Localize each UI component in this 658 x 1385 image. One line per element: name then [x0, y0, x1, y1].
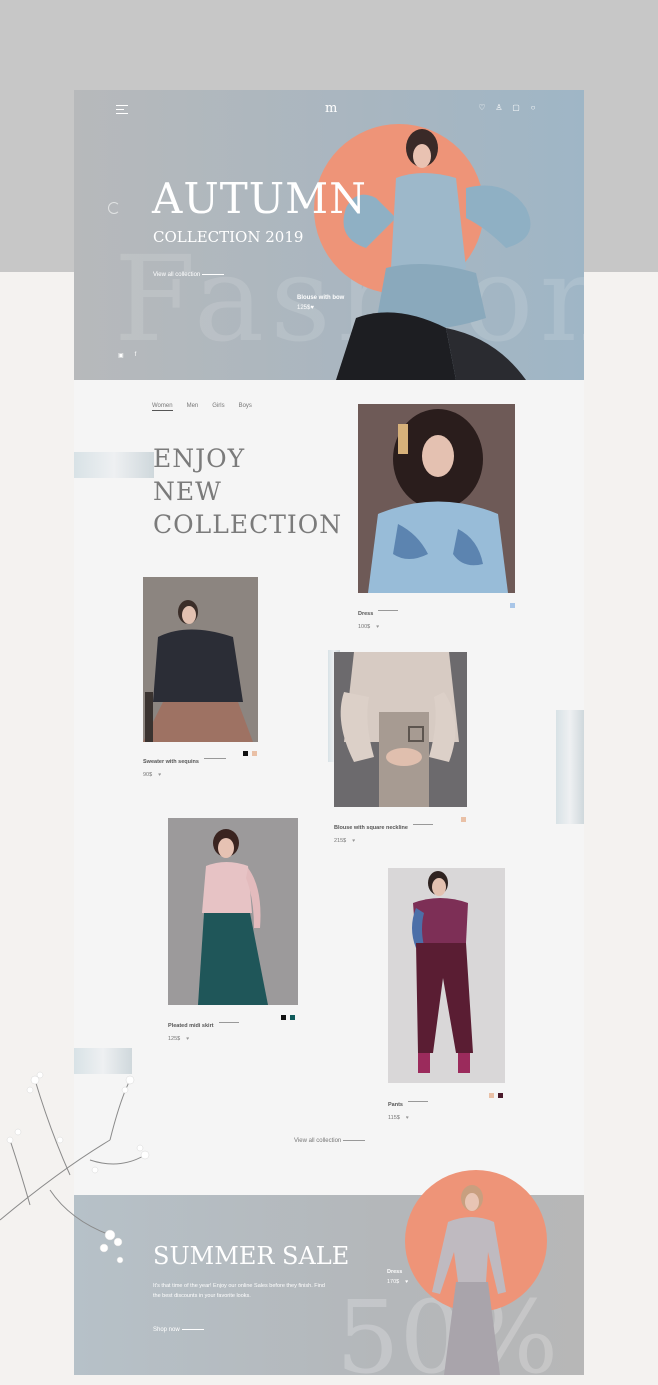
instagram-icon[interactable]: ▣ [118, 352, 124, 359]
sale-description: It's that time of the year! Enjoy our on… [153, 1283, 325, 1299]
swatch-beige[interactable] [461, 817, 466, 822]
logo[interactable]: m [325, 101, 337, 116]
facebook-icon[interactable]: f [135, 352, 137, 359]
hero-subtitle: COLLECTION 2019 [153, 228, 304, 246]
hero-product-tag[interactable]: Blouse with bow 125$♥ [297, 295, 344, 311]
product-image[interactable] [143, 577, 258, 742]
product-price: 100$ ♥ [358, 624, 380, 630]
swatch-beige[interactable] [489, 1093, 494, 1098]
heart-icon[interactable]: ♥ [186, 1036, 189, 1042]
heart-icon[interactable]: ♥ [158, 772, 161, 778]
section-heading: ENJOY NEW COLLECTION [153, 444, 343, 539]
swatch-blue[interactable] [510, 603, 515, 608]
category-filters: Women Men Girls Boys [152, 403, 252, 411]
color-swatches [489, 1093, 503, 1098]
filter-women[interactable]: Women [152, 403, 173, 411]
social-links: ▣ f [118, 352, 136, 359]
product-image[interactable] [334, 652, 467, 807]
product-image[interactable] [168, 818, 298, 1005]
product-name[interactable]: Sweater with sequins [143, 759, 199, 765]
sale-tag-price: 170$ ♥ [387, 1279, 409, 1285]
menu-icon[interactable] [116, 105, 128, 114]
heart-icon[interactable]: ♥ [310, 305, 314, 311]
product-price: 115$ ♥ [388, 1115, 409, 1121]
color-swatches [461, 817, 466, 822]
holographic-strip [74, 452, 154, 478]
heart-icon[interactable]: ♥ [352, 838, 355, 844]
flower-branch-decoration [0, 1071, 150, 1264]
swatch-burgundy[interactable] [498, 1093, 503, 1098]
heart-icon[interactable]: ♡ [478, 104, 486, 112]
product-price: 90$ ♥ [143, 772, 162, 778]
heart-icon[interactable]: ♥ [376, 624, 379, 630]
heart-icon[interactable]: ♥ [405, 1279, 408, 1285]
filter-men[interactable]: Men [187, 403, 199, 411]
swatch-beige[interactable] [252, 751, 257, 756]
product-price: 125$ ♥ [168, 1036, 190, 1042]
product-price: 215$ ♥ [334, 838, 356, 844]
slider-indicator-icon[interactable] [108, 202, 120, 214]
hero-tag-price: 125$♥ [297, 305, 314, 311]
hero-tag-name: Blouse with bow [297, 295, 345, 301]
search-icon[interactable]: ○ [529, 104, 537, 112]
product-image[interactable] [358, 404, 515, 593]
product-name[interactable]: Pants [388, 1102, 403, 1108]
sale-title: SUMMER SALE [153, 1242, 350, 1270]
color-swatches [243, 751, 257, 756]
product-name[interactable]: Pleated midi skirt [168, 1023, 214, 1029]
hero-model-image[interactable] [336, 128, 544, 380]
product-name[interactable]: Dress [358, 611, 373, 617]
product-name[interactable]: Blouse with square neckline [334, 825, 408, 831]
bag-icon[interactable]: ▢ [512, 104, 520, 112]
hero-banner: Fashion m ♡ ♙ ▢ ○ AUTUMN COLLECTION 2019… [74, 90, 584, 380]
swatch-teal[interactable] [290, 1015, 295, 1020]
holographic-strip [556, 710, 584, 824]
hero-title: AUTUMN [152, 174, 367, 223]
user-icon[interactable]: ♙ [495, 104, 503, 112]
swatch-black[interactable] [243, 751, 248, 756]
sale-tag-name: Dress [387, 1269, 403, 1275]
color-swatches [510, 603, 515, 608]
shop-now-link[interactable]: Shop now [153, 1327, 204, 1333]
view-all-link[interactable]: View all collection [294, 1138, 365, 1144]
product-image[interactable] [388, 868, 505, 1083]
color-swatches [281, 1015, 295, 1020]
sale-model-image[interactable] [428, 1182, 510, 1375]
sale-product-tag[interactable]: Dress 170$ ♥ [387, 1269, 408, 1285]
filter-boys[interactable]: Boys [239, 403, 252, 411]
hero-view-link[interactable]: View all collection [153, 272, 224, 278]
heart-icon[interactable]: ♥ [406, 1115, 409, 1121]
swatch-black[interactable] [281, 1015, 286, 1020]
filter-girls[interactable]: Girls [212, 403, 224, 411]
top-icons: ♡ ♙ ▢ ○ [478, 104, 537, 112]
